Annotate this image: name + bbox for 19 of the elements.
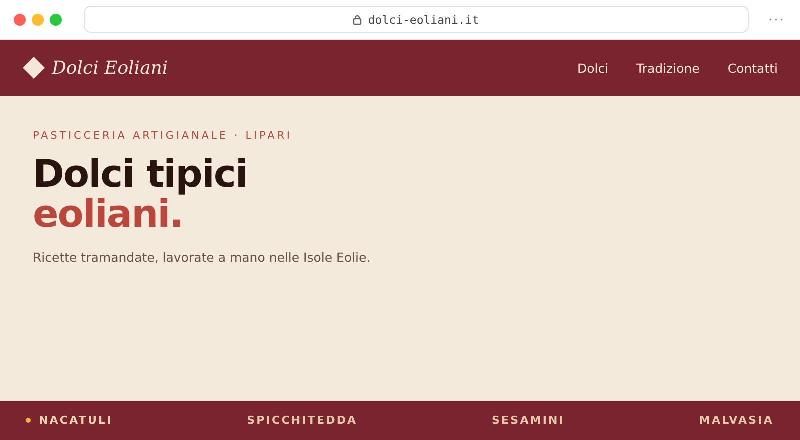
eyebrow-text: PASTICCERIA ARTIGIANALE · LIPARI	[33, 130, 294, 142]
nav-link[interactable]: Tradizione	[636, 60, 700, 76]
nav-link[interactable]: Contatti	[728, 60, 778, 76]
strip-item[interactable]: MALVASIA	[699, 414, 774, 427]
close-dot[interactable]	[14, 14, 26, 26]
lock-icon	[353, 14, 362, 24]
strip-item[interactable]: SESAMINI	[492, 414, 566, 427]
more-menu[interactable]: ···	[768, 12, 786, 26]
nav-link[interactable]: Dolci	[577, 60, 609, 76]
hero-title-accent: eoliani.	[33, 194, 184, 234]
maximize-dot[interactable]	[50, 14, 62, 26]
diamond-icon	[22, 56, 46, 80]
strip-item[interactable]: SPICCHITEDDA	[247, 414, 358, 427]
hero-subtitle: Ricette tramandate, lavorate a mano nelle Isole Eolie.	[33, 250, 372, 265]
strip-item[interactable]: NACATULI	[39, 414, 113, 427]
hero-title: Dolci tipici	[33, 154, 248, 194]
address-bar[interactable]: dolci-eoliani.it	[84, 6, 749, 33]
minimize-dot[interactable]	[32, 14, 44, 26]
brand-name[interactable]: Dolci Eoliani	[52, 58, 168, 78]
